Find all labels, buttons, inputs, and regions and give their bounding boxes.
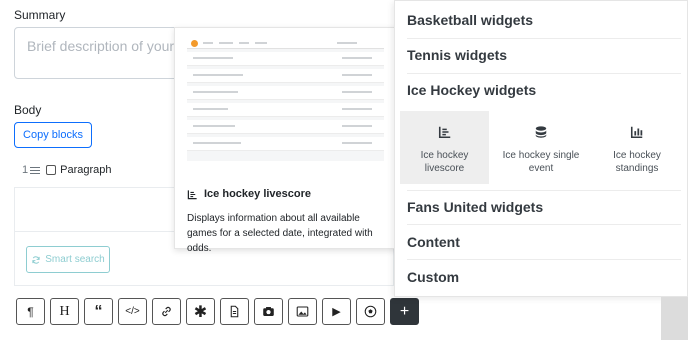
quote-icon: “ [94, 302, 103, 320]
asterisk-icon: ✱ [193, 303, 208, 321]
bar-chart-icon [630, 126, 643, 139]
block-number: 1 [22, 164, 29, 176]
drag-handle-icon[interactable] [30, 166, 41, 174]
video-button[interactable]: ▶ [322, 298, 351, 325]
code-button[interactable]: </> [118, 298, 147, 325]
document-icon [230, 305, 239, 318]
code-icon: </> [125, 306, 140, 317]
paragraph-label: Paragraph [60, 164, 112, 176]
preview-description: Displays information about all available… [187, 213, 373, 254]
widget-ice-hockey-single-event[interactable]: Ice hockey single event [495, 111, 587, 184]
menu-ice-hockey-widgets[interactable]: Ice Hockey widgets [407, 82, 677, 98]
paragraph-block-header: 1 Paragraph [22, 164, 112, 176]
document-button[interactable] [220, 298, 249, 325]
summary-placeholder: Brief description of your c [27, 38, 185, 54]
summary-label: Summary [14, 8, 66, 22]
widget-label: Ice hockey single event [502, 150, 580, 174]
image-icon [296, 306, 309, 317]
pilcrow-icon: ¶ [27, 304, 34, 319]
widgets-menu: Basketball widgets Tennis widgets Ice Ho… [394, 0, 688, 297]
preview-title: Ice hockey livescore [187, 188, 311, 200]
paragraph-button[interactable]: ¶ [16, 298, 45, 325]
refresh-icon [32, 255, 40, 264]
camera-icon [263, 307, 274, 316]
page-background-edge [661, 297, 688, 340]
heading-button[interactable]: H [50, 298, 79, 325]
embed-button[interactable]: ✱ [186, 298, 215, 325]
link-icon [162, 306, 171, 317]
add-block-button[interactable]: + [390, 298, 419, 325]
preview-thumbnail [187, 38, 384, 161]
widget-preview-card: Ice hockey livescore Displays informatio… [174, 27, 398, 254]
database-icon [535, 126, 547, 138]
link-button[interactable] [152, 298, 181, 325]
heading-icon: H [59, 303, 70, 319]
widget-label: Ice hockey standings [613, 150, 661, 174]
football-button[interactable] [356, 298, 385, 325]
list-icon [187, 189, 197, 199]
play-icon: ▶ [332, 306, 341, 318]
football-icon [364, 305, 377, 318]
preview-title-text: Ice hockey livescore [204, 188, 312, 200]
menu-tennis-widgets[interactable]: Tennis widgets [407, 47, 677, 63]
menu-fans-united-widgets[interactable]: Fans United widgets [407, 199, 677, 215]
block-toolbar: ¶ H “ </> ✱ ▶ + [16, 298, 419, 325]
paragraph-checkbox[interactable] [46, 165, 57, 175]
menu-content[interactable]: Content [407, 234, 677, 250]
copy-blocks-button[interactable]: Copy blocks [14, 122, 92, 148]
smart-search-button[interactable]: Smart search [26, 246, 110, 273]
list-icon [438, 126, 450, 139]
body-label: Body [14, 103, 42, 117]
smart-search-label: Smart search [45, 254, 105, 265]
menu-basketball-widgets[interactable]: Basketball widgets [407, 12, 677, 28]
quote-button[interactable]: “ [84, 298, 113, 325]
widget-ice-hockey-standings[interactable]: Ice hockey standings [593, 111, 681, 184]
widget-ice-hockey-livescore[interactable]: Ice hockey livescore [400, 111, 489, 184]
camera-button[interactable] [254, 298, 283, 325]
image-button[interactable] [288, 298, 317, 325]
plus-icon: + [399, 302, 410, 320]
menu-custom[interactable]: Custom [407, 269, 677, 285]
widget-label: Ice hockey livescore [420, 150, 469, 174]
